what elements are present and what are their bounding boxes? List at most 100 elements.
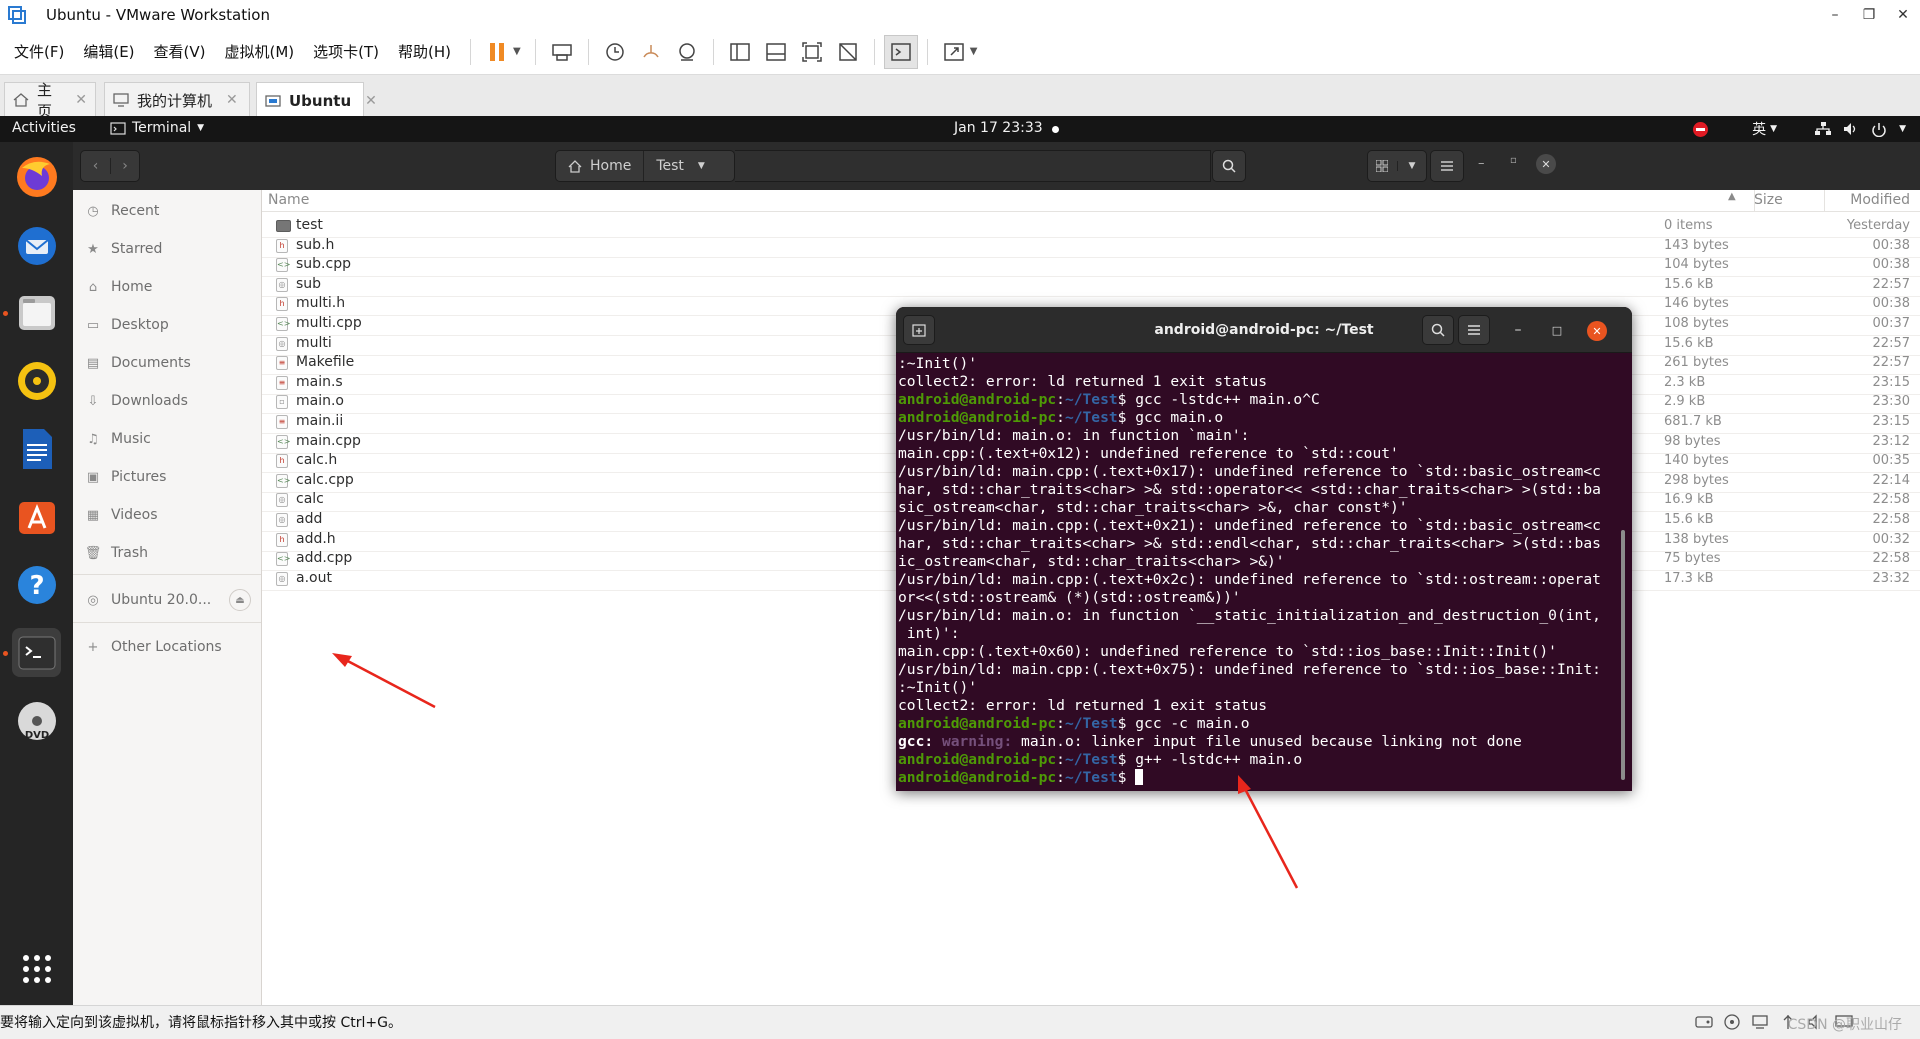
thumbnail-view-button[interactable] [759, 35, 793, 69]
console-icon [890, 42, 911, 61]
back-icon[interactable]: ‹ [81, 158, 110, 174]
sidebar-item-other-locations[interactable]: + Other Locations [85, 635, 222, 659]
grid-view-icon[interactable] [1368, 160, 1397, 172]
minimize-icon[interactable]: – [1508, 315, 1528, 345]
sidebar-item-trash[interactable]: 🗑 Trash [85, 541, 148, 565]
rhythmbox-launcher[interactable] [12, 356, 61, 405]
maximize-icon[interactable]: □ [1547, 315, 1567, 345]
prompt-path: ~/Test [1064, 769, 1118, 786]
snapshot-button[interactable] [598, 35, 632, 69]
power-icon[interactable] [1871, 122, 1887, 137]
activities-button[interactable]: Activities [12, 120, 76, 136]
terminal-launcher[interactable] [12, 628, 61, 677]
sidebar-item-recent[interactable]: ◷ Recent [85, 199, 159, 223]
view-options-icon[interactable]: ▼ [1396, 161, 1426, 171]
close-icon[interactable]: ✕ [1587, 321, 1607, 341]
input-method-label[interactable]: 英 [1752, 119, 1766, 139]
maximize-icon[interactable]: ▫ [1510, 155, 1517, 166]
terminal-line: int)': [898, 625, 1620, 643]
help-launcher[interactable]: ? [12, 560, 61, 609]
path-home[interactable]: Home [556, 151, 645, 181]
keyboard-icon [551, 43, 572, 61]
library-view-button[interactable] [723, 35, 757, 69]
sidebar-layout-icon [729, 42, 750, 61]
terminal-menu-button[interactable] [1458, 315, 1490, 345]
close-tab-icon[interactable]: ✕ [75, 92, 87, 108]
sidebar-item-home[interactable]: ⌂ Home [85, 275, 152, 299]
sidebar-item-downloads[interactable]: ⇩ Downloads [85, 389, 188, 413]
sidebar-item-music[interactable]: ♫ Music [85, 427, 151, 451]
file-name: multi [296, 334, 332, 351]
menu-file[interactable]: 文件(F) [6, 41, 72, 62]
firefox-launcher[interactable] [12, 152, 61, 201]
no-entry-icon[interactable] [1693, 121, 1709, 137]
menu-button[interactable] [1430, 150, 1464, 182]
terminal-search-button[interactable] [1422, 315, 1454, 345]
terminal-scrollbar[interactable] [1621, 530, 1625, 780]
sidebar-item-videos[interactable]: ▦ Videos [85, 503, 158, 527]
column-name-header[interactable]: Name [268, 192, 309, 208]
computer-icon [113, 93, 129, 107]
watermark: CSDN @职业山仔 [1787, 1017, 1902, 1033]
network-icon[interactable] [1815, 122, 1832, 136]
eject-icon[interactable]: ⏏ [229, 589, 251, 611]
dvd-launcher[interactable]: DVD [12, 696, 61, 745]
full-screen-button[interactable] [795, 35, 829, 69]
send-ctrl-alt-del-button[interactable] [545, 35, 579, 69]
app-menu[interactable]: Terminal ▼ [110, 120, 204, 136]
menu-edit[interactable]: 编辑(E) [75, 41, 142, 62]
terminal-line: main.cpp:(.text+0x12): undefined referen… [898, 445, 1620, 463]
minimize-icon[interactable]: – [1478, 156, 1485, 171]
terminal-line: android@android-pc:~/Test$ gcc -lstdc++ … [898, 391, 1620, 409]
pause-button[interactable] [480, 35, 514, 69]
show-applications-button[interactable] [12, 944, 61, 993]
sidebar-item-documents[interactable]: ▤ Documents [85, 351, 191, 375]
forward-icon[interactable]: › [109, 158, 139, 174]
sidebar-item-pictures[interactable]: ▣ Pictures [85, 465, 167, 489]
volume-icon[interactable] [1843, 122, 1859, 136]
close-tab-icon[interactable]: ✕ [365, 93, 377, 109]
menu-tabs[interactable]: 选项卡(T) [305, 41, 387, 62]
cd-rom-icon[interactable] [1722, 1013, 1742, 1031]
file-modified: 00:38 [1872, 296, 1910, 312]
terminal-line: sic_ostream<char, std::char_traits<char>… [898, 499, 1620, 517]
running-indicator-icon [3, 311, 8, 316]
terminal-output[interactable]: :~Init()' collect2: error: ld returned 1 … [898, 355, 1620, 791]
column-modified-header[interactable]: Modified [1850, 192, 1910, 208]
close-icon[interactable]: ✕ [1886, 0, 1920, 29]
terminal-window[interactable]: android@android-pc: ~/Test – □ ✕ :~Init(… [896, 307, 1632, 791]
pause-dropdown-icon[interactable]: ▼ [513, 46, 521, 57]
sidebar-item-starred[interactable]: ★ Starred [85, 237, 162, 261]
writer-launcher[interactable] [12, 424, 61, 473]
path-current[interactable]: Test ▼ [644, 158, 717, 174]
hard-disk-icon[interactable] [1694, 1013, 1714, 1031]
stretch-dropdown-icon[interactable]: ▼ [970, 46, 978, 57]
search-button[interactable] [1212, 150, 1246, 182]
revert-snapshot-button[interactable] [634, 35, 668, 69]
software-launcher[interactable] [12, 492, 61, 541]
menu-help[interactable]: 帮助(H) [390, 41, 459, 62]
files-launcher[interactable] [12, 288, 61, 337]
clock[interactable]: Jan 17 23:33 [954, 120, 1043, 136]
menu-view[interactable]: 查看(V) [146, 41, 214, 62]
thunderbird-launcher[interactable] [12, 220, 61, 269]
tab-my-computer[interactable]: 我的计算机 ✕ [104, 82, 250, 117]
snapshot-manager-button[interactable] [670, 35, 704, 69]
sidebar-item-desktop[interactable]: ▭ Desktop [85, 313, 169, 337]
tab-ubuntu[interactable]: Ubuntu ✕ [256, 82, 377, 118]
file-name: main.ii [296, 413, 344, 429]
close-icon[interactable]: ✕ [1536, 154, 1556, 174]
minimize-icon[interactable]: – [1818, 0, 1852, 29]
column-size-header[interactable]: Size [1754, 192, 1783, 208]
text-file-icon: ≡ [276, 356, 288, 371]
stretch-guest-button[interactable] [937, 35, 971, 69]
menu-vm[interactable]: 虚拟机(M) [217, 41, 303, 62]
sidebar-item-device[interactable]: ◎ Ubuntu 20.0... ⏏ [85, 588, 251, 612]
unity-mode-button[interactable] [831, 35, 865, 69]
disk-icon: ◎ [87, 592, 99, 608]
tab-home[interactable]: 主页 ✕ [4, 81, 96, 120]
console-view-button[interactable] [883, 34, 918, 69]
network-adapter-icon[interactable] [1750, 1013, 1770, 1031]
close-tab-icon[interactable]: ✕ [226, 92, 238, 108]
restore-icon[interactable]: ❐ [1852, 0, 1886, 29]
